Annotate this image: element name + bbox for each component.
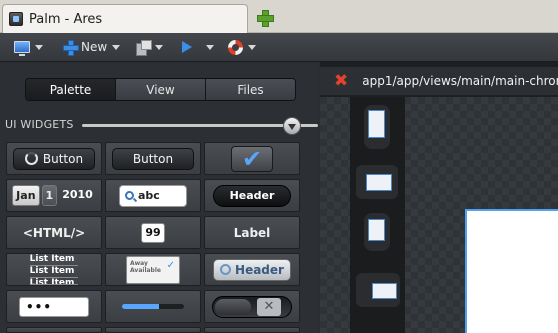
checkmark-icon: ✔ xyxy=(241,144,263,173)
play-icon xyxy=(182,41,193,53)
browser-tab-title: Palm - Ares xyxy=(29,11,103,27)
list-preview: List Item List Item List Item xyxy=(29,254,79,285)
search-icon xyxy=(125,191,134,200)
chevron-down-icon xyxy=(248,44,257,50)
monitor-icon xyxy=(14,41,30,56)
design-canvas[interactable] xyxy=(320,97,558,333)
browser-tab[interactable]: Palm - Ares xyxy=(2,4,248,33)
sync-icon xyxy=(220,264,232,275)
widget-progress-bar[interactable] xyxy=(105,290,201,323)
integer-preview: 99 xyxy=(141,222,165,243)
widget-html[interactable]: <HTML/> xyxy=(6,216,102,249)
list-item: List Item xyxy=(29,278,79,285)
search-input-text: abc xyxy=(138,189,160,202)
palette-tabs: Palette View Files xyxy=(25,78,296,101)
widget-toggle[interactable]: ✕ xyxy=(204,290,300,323)
html-label: <HTML/> xyxy=(22,225,86,240)
tab-palette[interactable]: Palette xyxy=(26,79,115,100)
header-light-preview: Header xyxy=(213,258,291,281)
main-toolbar: New xyxy=(0,33,558,62)
chevron-down-icon xyxy=(35,44,43,50)
checkmark-icon: ✓ xyxy=(166,259,175,271)
tab-files[interactable]: Files xyxy=(205,79,295,100)
progress-fill xyxy=(122,304,160,309)
app-favicon-icon xyxy=(9,12,23,26)
widget-integer-picker[interactable]: 99 xyxy=(105,216,201,249)
widget-header[interactable]: Header xyxy=(204,179,300,212)
widget-password-input[interactable]: ••• xyxy=(6,290,102,323)
widget-button[interactable]: Button xyxy=(105,142,201,175)
activity-button-preview: Button xyxy=(13,147,95,170)
plus-icon xyxy=(63,40,79,56)
new-button-label: New xyxy=(81,40,108,54)
new-tab-plus-icon[interactable] xyxy=(256,9,274,27)
widget-row-partial[interactable] xyxy=(6,327,102,333)
device-small-landscape[interactable] xyxy=(356,273,400,307)
design-stage[interactable] xyxy=(465,209,558,333)
widget-row-partial[interactable] xyxy=(105,327,201,333)
spinner-icon xyxy=(24,152,38,165)
widget-label[interactable]: Label xyxy=(204,216,300,249)
collapse-toggle-icon[interactable] xyxy=(283,117,301,135)
search-input-preview: abc xyxy=(119,184,187,207)
checkbox-preview: ✔ xyxy=(231,144,273,173)
widget-header-light[interactable]: Header xyxy=(204,253,300,286)
device-phone-portrait[interactable] xyxy=(364,105,390,149)
device-menu-button[interactable] xyxy=(10,36,47,58)
editor-panel: ✖ app1/app/views/main/main-chrome xyxy=(320,62,558,333)
widget-date-picker[interactable]: Jan 1 2010 xyxy=(6,179,102,212)
header-preview: Header xyxy=(213,184,291,207)
widget-row-partial[interactable] xyxy=(204,327,300,333)
device-screen xyxy=(368,110,385,138)
device-screen xyxy=(372,283,397,299)
widget-search-input[interactable]: abc xyxy=(105,179,201,212)
toggle-preview: ✕ xyxy=(212,295,292,318)
activity-button-label: Button xyxy=(42,151,84,166)
label-preview: Label xyxy=(233,225,271,240)
device-screen xyxy=(366,174,392,191)
toggle-knob xyxy=(215,298,251,315)
section-title: UI WIDGETS xyxy=(5,118,74,131)
list-selector-preview: Away Available ✓ xyxy=(126,255,180,284)
devices-button[interactable] xyxy=(132,36,167,58)
chevron-down-icon xyxy=(206,44,215,50)
chevron-down-icon xyxy=(155,44,164,50)
date-month: Jan xyxy=(12,185,40,206)
editor-tab[interactable]: ✖ app1/app/views/main/main-chrome xyxy=(320,67,558,95)
list-item: List Item xyxy=(29,266,79,278)
tab-view[interactable]: View xyxy=(115,79,205,100)
date-day: 1 xyxy=(41,185,58,206)
password-preview: ••• xyxy=(19,296,89,317)
list-item: List Item xyxy=(29,254,79,266)
widget-list-selector[interactable]: Away Available ✓ xyxy=(105,253,201,286)
new-button[interactable]: New xyxy=(59,36,124,58)
browser-tabstrip: Palm - Ares xyxy=(0,0,558,33)
devices-icon xyxy=(136,40,153,56)
device-small-portrait[interactable] xyxy=(364,213,390,251)
button-label: Button xyxy=(132,151,174,166)
button-preview: Button xyxy=(112,147,194,170)
header-light-label: Header xyxy=(235,262,284,277)
chevron-down-icon xyxy=(112,44,121,50)
widget-activity-button[interactable]: Button xyxy=(6,142,102,175)
date-picker-preview: Jan 1 2010 xyxy=(12,185,96,206)
device-screen xyxy=(368,219,385,241)
close-icon[interactable]: ✖ xyxy=(334,71,348,91)
device-phone-landscape[interactable] xyxy=(356,165,398,199)
progress-bar-preview xyxy=(122,304,184,309)
date-year: 2010 xyxy=(62,188,93,201)
help-button[interactable] xyxy=(224,36,260,58)
close-icon: ✕ xyxy=(257,297,281,316)
editor-file-path: app1/app/views/main/main-chrome xyxy=(362,74,558,88)
run-button[interactable] xyxy=(175,36,218,58)
lifebuoy-help-icon xyxy=(228,39,244,55)
widget-checkbox[interactable]: ✔ xyxy=(204,142,300,175)
widget-list[interactable]: List Item List Item List Item xyxy=(6,253,102,286)
